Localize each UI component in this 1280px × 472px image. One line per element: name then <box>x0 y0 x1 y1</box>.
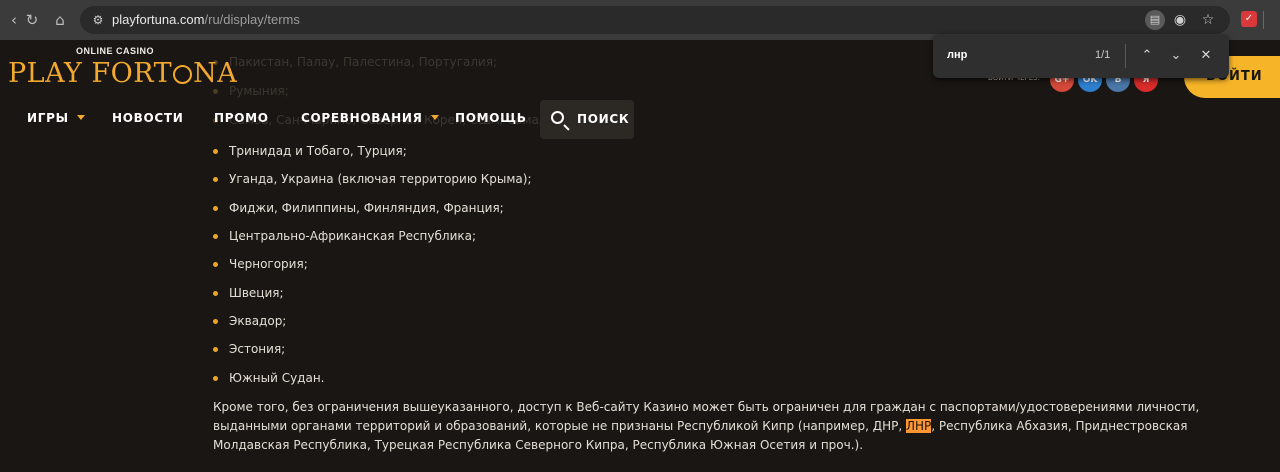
logo-tagline: ONLINE CASINO <box>76 46 155 56</box>
nav-item-help[interactable]: ПОМОЩЬ <box>455 111 527 125</box>
find-match-count: 1/1 <box>1095 49 1111 61</box>
list-item: Пакистан, Палау, Палестина, Португалия; <box>213 55 497 69</box>
toolbar-divider <box>1263 11 1264 29</box>
chevron-down-icon <box>430 115 439 120</box>
close-icon[interactable]: ✕ <box>1195 45 1217 67</box>
list-item: Южный Судан. <box>213 371 325 385</box>
nav-item-games[interactable]: ИГРЫ <box>27 111 85 125</box>
nav-item-promo[interactable]: ПРОМО <box>214 111 269 125</box>
list-item: Уганда, Украина (включая территорию Крым… <box>213 172 532 186</box>
find-next-icon[interactable]: ⌄ <box>1165 45 1187 67</box>
reload-icon[interactable]: ↻ <box>20 8 44 32</box>
search-label: ПОИСК <box>577 112 630 126</box>
extension-icon[interactable]: ✓ <box>1241 11 1257 27</box>
find-input[interactable]: лнр <box>947 49 967 61</box>
home-icon[interactable]: ⌂ <box>48 8 72 32</box>
url-host: playfortuna.com <box>112 12 205 27</box>
search-button[interactable]: ПОИСК <box>540 100 634 139</box>
chevron-down-icon <box>76 115 85 120</box>
logo-text-right: NA <box>193 58 238 89</box>
find-highlight: ЛНР <box>905 419 932 433</box>
list-item: Черногория; <box>213 257 308 271</box>
address-bar[interactable]: ⚙ playfortuna.com/ru/display/terms ▤ ◉ ☆ <box>80 6 1230 34</box>
list-item: Тринидад и Тобаго, Турция; <box>213 144 407 158</box>
reader-mode-icon[interactable]: ▤ <box>1145 10 1165 30</box>
eye-icon[interactable]: ◉ <box>1170 10 1190 30</box>
nav-item-news[interactable]: НОВОСТИ <box>112 111 184 125</box>
page-content: Пакистан, Палау, Палестина, Португалия; … <box>0 40 1280 472</box>
restriction-paragraph: Кроме того, без ограничения вышеуказанно… <box>213 400 1200 452</box>
logo-text-left: PLAY FORT <box>8 58 173 89</box>
site-info-icon[interactable]: ⚙ <box>88 11 108 29</box>
find-bar: лнр 1/1 ⌃ ⌄ ✕ <box>933 34 1229 78</box>
list-item: Центрально-Африканская Республика; <box>213 229 476 243</box>
find-divider <box>1125 44 1126 68</box>
star-icon[interactable]: ☆ <box>1198 10 1218 30</box>
nav-item-contests[interactable]: СОРЕВНОВАНИЯ <box>301 111 439 125</box>
url-path: /ru/display/terms <box>204 12 300 27</box>
url-text[interactable]: playfortuna.com/ru/display/terms <box>112 12 300 27</box>
list-item: Эстония; <box>213 342 285 356</box>
roulette-wheel-icon <box>173 65 193 84</box>
list-item: Фиджи, Филиппины, Финляндия, Франция; <box>213 201 504 215</box>
find-previous-icon[interactable]: ⌃ <box>1136 45 1158 67</box>
list-item: Швеция; <box>213 286 284 300</box>
list-item: Эквадор; <box>213 314 286 328</box>
search-icon <box>551 111 564 124</box>
logo[interactable]: PLAY FORT NA <box>8 58 237 89</box>
